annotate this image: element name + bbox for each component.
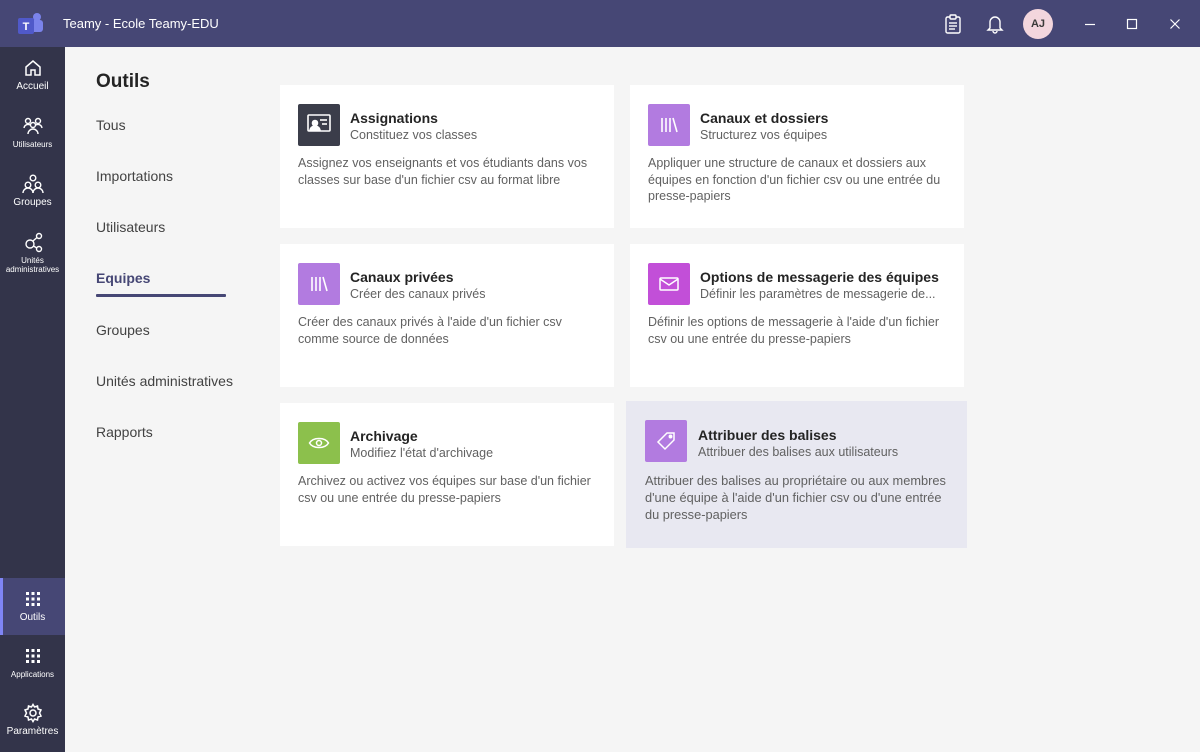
avatar[interactable]: AJ <box>1023 9 1053 39</box>
rail-item-accueil[interactable]: Accueil <box>0 57 65 97</box>
rail-item-applications[interactable]: Applications <box>0 645 65 685</box>
card-subtitle: Structurez vos équipes <box>700 128 828 142</box>
rail-item-outils[interactable]: Outils <box>0 578 65 635</box>
card-subtitle: Modifiez l'état d'archivage <box>350 446 494 460</box>
tool-card-canaux-privees[interactable]: Canaux privées Créer des canaux privés C… <box>280 244 614 387</box>
rail-label: Outils <box>19 612 46 623</box>
rail-label: Unités administratives <box>5 256 60 274</box>
tool-card-assignations[interactable]: Assignations Constituez vos classes Assi… <box>280 85 614 228</box>
card-subtitle: Définir les paramètres de messagerie de.… <box>700 287 936 301</box>
rail-item-parametres[interactable]: Paramètres <box>0 702 65 742</box>
card-description: Attribuer des balises au propriétaire ou… <box>645 473 946 522</box>
nav-item-importations[interactable]: Importations <box>96 168 231 184</box>
tag-icon <box>645 420 687 462</box>
rail-item-unites-administratives[interactable]: Unités administratives <box>0 231 65 277</box>
nav-item-groupes[interactable]: Groupes <box>96 322 231 338</box>
library-icon <box>298 263 340 305</box>
nav-item-unites-administratives[interactable]: Unités administratives <box>96 373 233 389</box>
card-title: Options de messagerie des équipes <box>700 269 939 285</box>
card-title: Attribuer des balises <box>698 427 837 443</box>
admin-units-icon <box>22 231 44 253</box>
card-title: Archivage <box>350 428 418 444</box>
tool-card-archivage[interactable]: Archivage Modifiez l'état d'archivage Ar… <box>280 403 614 546</box>
card-subtitle: Créer des canaux privés <box>350 287 486 301</box>
nav-item-label: Equipes <box>96 270 151 286</box>
close-icon[interactable] <box>1163 12 1187 36</box>
users-icon <box>22 115 44 137</box>
rail-label: Utilisateurs <box>12 140 53 149</box>
nav-item-rapports[interactable]: Rapports <box>96 424 231 440</box>
rail-item-utilisateurs[interactable]: Utilisateurs <box>0 115 65 155</box>
main-content: Outils Tous Importations Utilisateurs Eq… <box>65 47 1200 752</box>
nav-item-tous[interactable]: Tous <box>96 117 231 133</box>
title-bar: T Teamy - Ecole Teamy-EDU AJ <box>0 0 1200 47</box>
rail-label: Accueil <box>16 81 49 92</box>
card-description: Archivez ou activez vos équipes sur base… <box>298 474 591 505</box>
card-description: Créer des canaux privés à l'aide d'un fi… <box>298 315 562 346</box>
card-title: Assignations <box>350 110 438 126</box>
classroom-icon <box>298 104 340 146</box>
home-icon <box>22 57 44 79</box>
rail-label: Paramètres <box>6 726 59 737</box>
groups-icon <box>21 173 44 195</box>
card-title: Canaux et dossiers <box>700 110 829 126</box>
mail-icon <box>648 263 690 305</box>
rail-item-groupes[interactable]: Groupes <box>0 173 65 213</box>
maximize-icon[interactable] <box>1120 12 1144 36</box>
grid-icon <box>22 588 44 610</box>
tool-card-options-messagerie[interactable]: Options de messagerie des équipes Défini… <box>630 244 964 387</box>
rail-label: Groupes <box>13 197 52 208</box>
card-subtitle: Constituez vos classes <box>350 128 478 142</box>
card-description: Assignez vos enseignants et vos étudiant… <box>298 156 588 187</box>
minimize-icon[interactable] <box>1078 12 1102 36</box>
nav-item-equipes[interactable]: Equipes <box>96 270 231 297</box>
nav-item-utilisateurs[interactable]: Utilisateurs <box>96 219 231 235</box>
bell-icon[interactable] <box>983 12 1007 36</box>
card-title: Canaux privées <box>350 269 454 285</box>
eye-icon <box>298 422 340 464</box>
card-subtitle: Attribuer des balises aux utilisateurs <box>698 445 899 459</box>
apps-grid-icon <box>22 645 44 667</box>
library-icon <box>648 104 690 146</box>
gear-icon <box>22 702 44 724</box>
app-rail: Accueil Utilisateurs Groupes Unités admi… <box>0 47 65 752</box>
window-title: Teamy - Ecole Teamy-EDU <box>63 16 219 31</box>
teams-logo-icon: T <box>16 11 44 37</box>
card-description: Définir les options de messagerie à l'ai… <box>648 315 940 346</box>
rail-label: Applications <box>10 670 55 679</box>
active-underline <box>96 294 226 297</box>
svg-text:T: T <box>23 21 30 33</box>
tool-card-canaux-et-dossiers[interactable]: Canaux et dossiers Structurez vos équipe… <box>630 85 964 228</box>
card-description: Appliquer une structure de canaux et dos… <box>648 156 941 203</box>
clipboard-icon[interactable] <box>941 12 965 36</box>
page-title: Outils <box>96 71 150 92</box>
tool-card-attribuer-balises[interactable]: Attribuer des balises Attribuer des bali… <box>626 401 967 548</box>
